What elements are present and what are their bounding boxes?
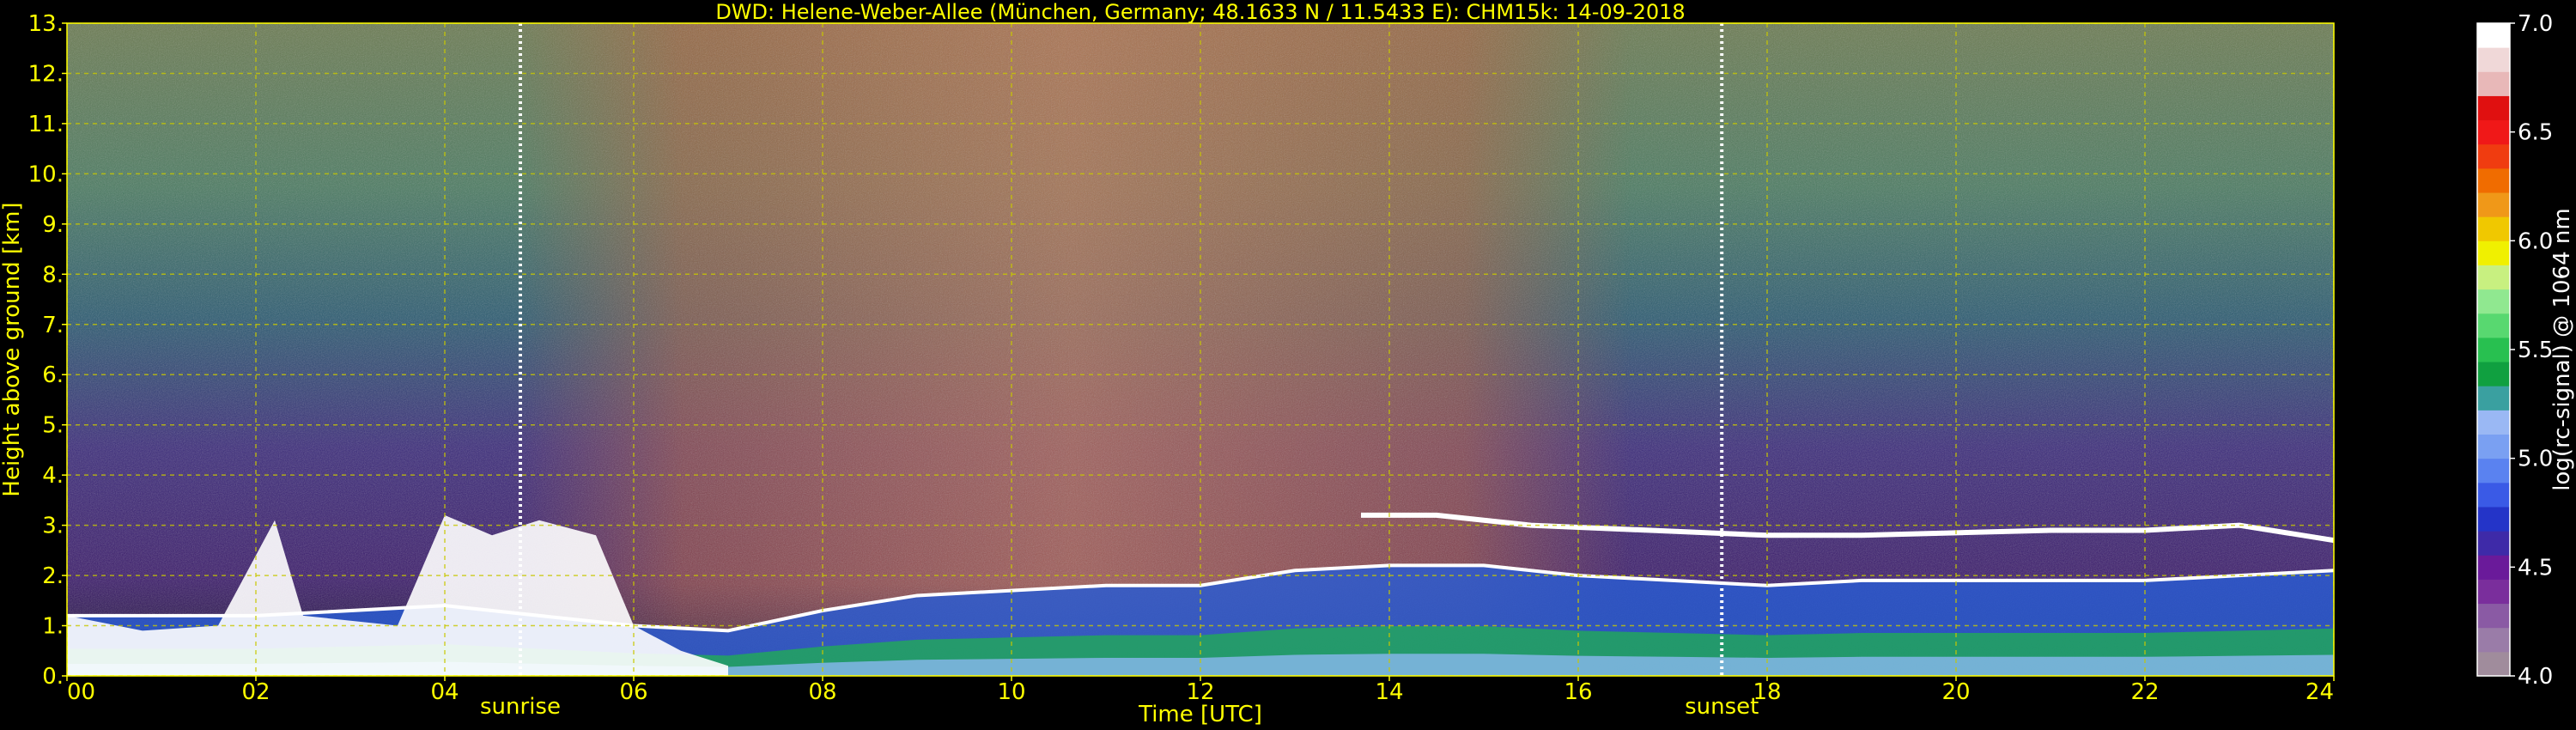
- x-tick-label: 20: [1941, 679, 1970, 705]
- colorbar-segment: [2477, 434, 2510, 459]
- colorbar-segment: [2477, 482, 2510, 508]
- colorbar-segment: [2477, 410, 2510, 435]
- colorbar-tick-label: 4.0: [2518, 664, 2553, 690]
- x-axis-label: Time [UTC]: [1138, 702, 1262, 727]
- colorbar-segment: [2477, 71, 2510, 96]
- colorbar-segment: [2477, 337, 2510, 362]
- y-tick-label: 0.: [42, 664, 64, 690]
- colorbar-segment: [2477, 240, 2510, 265]
- chart-svg: 00 02 04 06 08 10 12 14 16 18 20 22 24 0.1.2.3.4.5.6…: [0, 0, 2575, 727]
- x-tick-label: 22: [2130, 679, 2159, 705]
- x-tick-label: 10: [997, 679, 1025, 705]
- y-tick-label: 2.: [42, 563, 64, 589]
- x-tick-label: 14: [1375, 679, 1403, 705]
- y-tick-label: 6.: [42, 362, 64, 388]
- x-tick-label: 06: [619, 679, 647, 705]
- marker-label-sunset: sunset: [1685, 694, 1759, 720]
- y-tick-label: 3.: [42, 514, 64, 539]
- y-tick-label: 7.: [42, 313, 64, 338]
- colorbar-tick-label: 7.0: [2518, 11, 2553, 37]
- y-axis-label: Height above ground [km]: [0, 202, 25, 496]
- colorbar-segment: [2477, 651, 2510, 677]
- colorbar-segment: [2477, 192, 2510, 217]
- colorbar-segment: [2477, 362, 2510, 386]
- y-tick-label: 10.: [28, 161, 64, 187]
- colorbar-segment: [2477, 627, 2510, 653]
- colorbar: 4.0 4.5 5.0 5.5 6.0 6.5 7.0: [2476, 11, 2553, 690]
- colorbar-tick-label: 4.5: [2518, 555, 2553, 581]
- y-tick-label: 1.: [42, 614, 64, 640]
- colorbar-segment: [2477, 143, 2510, 169]
- y-tick-label: 8.: [42, 262, 64, 288]
- colorbar-segment: [2477, 167, 2510, 193]
- plot-area: [67, 23, 2334, 676]
- colorbar-segment: [2477, 506, 2510, 532]
- colorbar-label: log(rc-signal) @ 1064 nm: [2549, 208, 2575, 490]
- colorbar-tick-label: 6.0: [2518, 228, 2553, 254]
- y-tick-label: 12.: [28, 61, 64, 87]
- x-tick-label: 04: [430, 679, 459, 705]
- x-tick-label: 00: [67, 679, 95, 705]
- colorbar-segment: [2477, 458, 2510, 484]
- colorbar-segment: [2477, 216, 2510, 241]
- marker-label-sunrise: sunrise: [480, 694, 561, 720]
- y-axis-ticks: 0. 1. 2. 3. 4. 5. 6. 7. 8. 9. 10. 11. 12. 13.: [28, 11, 67, 690]
- x-tick-label: 08: [808, 679, 836, 705]
- colorbar-segment: [2477, 531, 2510, 556]
- x-tick-label: 24: [2306, 679, 2334, 705]
- colorbar-segment: [2477, 603, 2510, 629]
- colorbar-segment: [2477, 47, 2510, 72]
- colorbar-tick-label: 5.0: [2518, 447, 2553, 472]
- y-tick-label: 5.: [42, 413, 64, 439]
- colorbar-segment: [2477, 555, 2510, 580]
- colorbar-segment: [2477, 265, 2510, 290]
- colorbar-tick-label: 5.5: [2518, 338, 2553, 363]
- x-axis-ticks: 00 02 04 06 08 10 12 14 16 18 20 22 24: [66, 676, 2335, 705]
- colorbar-tick-label: 6.5: [2518, 120, 2553, 146]
- ceilometer-figure: 00 02 04 06 08 10 12 14 16 18 20 22 24 0. 1. 2. 3. 4. 5. 6…: [0, 0, 2576, 730]
- x-tick-label: 02: [241, 679, 270, 705]
- colorbar-segment: [2477, 119, 2510, 145]
- colorbar-segment: [2477, 95, 2510, 121]
- colorbar-segment: [2477, 289, 2510, 314]
- colorbar-segment: [2477, 579, 2510, 605]
- colorbar-segment: [2477, 23, 2510, 48]
- y-tick-label: 13.: [28, 11, 64, 37]
- y-tick-label: 4.: [42, 463, 64, 489]
- y-tick-label: 9.: [42, 212, 64, 238]
- chart-title: DWD: Helene-Weber-Allee (München, German…: [715, 0, 1685, 24]
- colorbar-segment: [2477, 313, 2510, 338]
- colorbar-segment: [2477, 386, 2510, 411]
- x-tick-label: 16: [1564, 679, 1592, 705]
- y-tick-label: 11.: [28, 112, 64, 137]
